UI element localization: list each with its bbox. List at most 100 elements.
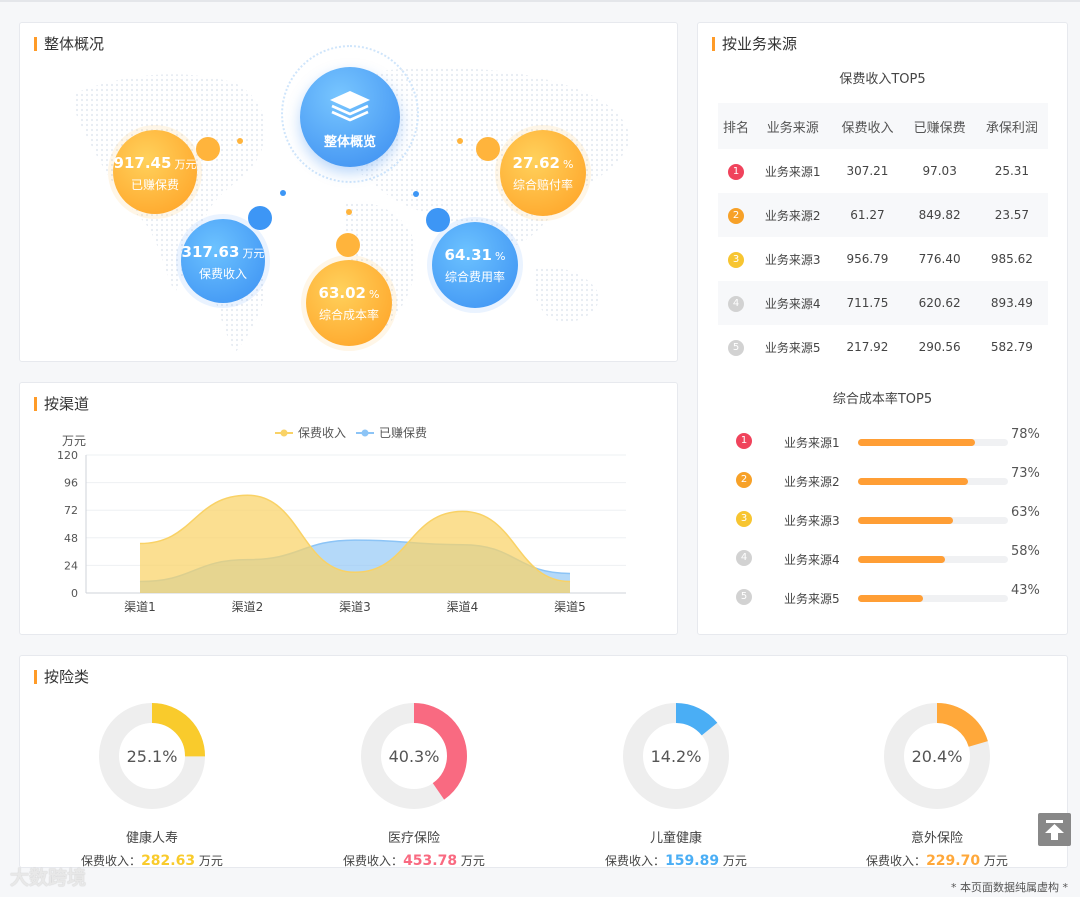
- top-divider: [0, 0, 1080, 2]
- progress-track: [858, 595, 1008, 602]
- col-earned: 已赚保费: [903, 103, 976, 149]
- profit-cell: 582.79: [990, 340, 1033, 354]
- table-row: 5 业务来源5 217.92 290.56 582.79: [718, 325, 1048, 369]
- donut-percent: 25.1%: [127, 747, 178, 766]
- metric-earned-premium: 917.45 万元 已赚保费: [113, 130, 197, 214]
- layers-icon: [330, 91, 370, 122]
- y-tick-label: 48: [64, 532, 78, 545]
- channel-area-chart: 0 24 48 72 96 120万元渠道1 渠道2 渠道3 渠道4 渠道5 保费收入 已赚保费: [57, 425, 626, 614]
- source-name: 业务来源1: [784, 436, 840, 450]
- source-name: 业务来源5: [764, 340, 821, 355]
- channel-panel: 按渠道 0 24 48 72 96 120 万元 渠道1 渠道2 渠道3 渠道4 渠道5 保费收入 已赚保…: [19, 382, 678, 635]
- rank-badge: 3: [728, 251, 745, 268]
- legend-label: 保费收入: [298, 426, 346, 440]
- income-cell: 217.92: [846, 340, 889, 354]
- earned-cell: 776.40: [918, 252, 961, 266]
- x-tick-label: 渠道4: [447, 600, 479, 614]
- percent-label: 63%: [1011, 505, 1040, 520]
- metric-value: 917.45 万元: [113, 154, 197, 172]
- donut-chart: 14.2%: [623, 703, 729, 809]
- type-name: 儿童健康: [649, 831, 702, 846]
- progress-track: [858, 517, 1008, 524]
- source-name: 业务来源3: [784, 514, 840, 528]
- metric-combined-cost-ratio: 63.02% 综合成本率: [306, 260, 392, 346]
- metric-premium-income: 317.63 万元 保费收入: [181, 219, 265, 303]
- table-row: 2 业务来源2 61.27 849.82 23.57: [718, 193, 1048, 237]
- pie-chart-icon: [476, 137, 500, 161]
- type-name: 医疗保险: [387, 831, 440, 846]
- income-value: 453.78: [403, 853, 458, 869]
- cost-bar-row: 4 业务来源4 58%: [734, 544, 1054, 568]
- source-name: 业务来源3: [764, 252, 821, 267]
- col-rank: 排名: [718, 103, 755, 149]
- y-tick-label: 24: [64, 559, 78, 572]
- income-cell: 956.79: [846, 252, 889, 266]
- profit-cell: 23.57: [975, 193, 1048, 237]
- insurance-type-card: 14.2% 儿童健康 保费收入：159.89 万元: [556, 696, 796, 869]
- table-row: 3 业务来源3 956.79 776.40 985.62: [718, 237, 1048, 281]
- cost-bar-row: 1 业务来源1 78%: [734, 427, 1054, 451]
- type-name: 健康人寿: [125, 831, 178, 846]
- rank-badge: 4: [728, 295, 745, 312]
- donut-chart: 40.3%: [361, 703, 467, 809]
- percent-label: 58%: [1011, 544, 1040, 559]
- metric-combined-loss-ratio: 27.62% 综合赔付率: [500, 130, 586, 216]
- x-tick-label: 渠道3: [339, 600, 371, 614]
- decor-dot: [237, 138, 243, 144]
- y-tick-label: 0: [71, 587, 78, 600]
- col-profit: 承保利润: [975, 103, 1048, 149]
- earned-cell: 849.82: [903, 193, 976, 237]
- decor-dot: [457, 138, 463, 144]
- money-bag-icon: [196, 137, 220, 161]
- progress-track: [858, 478, 1008, 485]
- metric-label: 已赚保费: [130, 178, 179, 192]
- profit-cell: 25.31: [994, 164, 1030, 178]
- legend-label: 已赚保费: [379, 425, 427, 440]
- percent-label: 73%: [1011, 466, 1040, 481]
- income-value: 159.89: [665, 853, 720, 869]
- rank-badge: 2: [728, 207, 745, 224]
- income-cell: 307.21: [846, 164, 889, 178]
- center-overview-button[interactable]: 整体概览: [300, 67, 400, 167]
- insurance-type-card: 25.1% 健康人寿 保费收入：282.63 万元: [32, 696, 272, 869]
- metric-label: 综合成本率: [318, 308, 379, 322]
- x-tick-label: 渠道1: [124, 600, 156, 614]
- center-label: 整体概览: [323, 135, 376, 150]
- earned-cell: 97.03: [922, 164, 957, 178]
- source-name: 业务来源1: [764, 164, 821, 179]
- pie-chart-icon: [336, 233, 360, 257]
- profit-cell: 893.49: [975, 281, 1048, 325]
- progress-fill: [858, 517, 953, 524]
- col-income: 保费收入: [831, 103, 904, 149]
- table-header-row: 排名 业务来源 保费收入 已赚保费 承保利润: [718, 103, 1048, 149]
- percent-label: 43%: [1011, 583, 1040, 598]
- rank-badge: 1: [728, 163, 745, 180]
- metric-value: 64.31%: [444, 246, 506, 264]
- legend-swatch-dot: [280, 429, 288, 437]
- rank-badge: 4: [736, 550, 752, 566]
- income-value: 282.63: [141, 853, 196, 869]
- money-bag-icon: [248, 206, 272, 230]
- earned-cell: 620.62: [903, 281, 976, 325]
- type-income: 保费收入：229.70 万元: [866, 853, 1008, 869]
- footnote: * 本页面数据纯属虚构 *: [951, 881, 1068, 894]
- y-tick-label: 120: [57, 449, 78, 462]
- x-tick-label: 渠道2: [232, 600, 264, 614]
- cost-bar-row: 2 业务来源2 73%: [734, 466, 1054, 490]
- cost-bar-row: 5 业务来源5 43%: [734, 583, 1054, 607]
- insurance-type-card: 20.4% 意外保险保费收入：229.70 万元: [817, 696, 1057, 869]
- types-title: 按险类: [34, 668, 89, 686]
- progress-fill: [858, 439, 975, 446]
- income-top5-title: 保费收入TOP5: [839, 72, 926, 87]
- source-name: 业务来源4: [784, 553, 840, 567]
- type-income: 保费收入：453.78 万元: [343, 853, 485, 869]
- back-to-top-button[interactable]: [1038, 813, 1071, 846]
- donut-chart: 20.4%: [884, 703, 990, 809]
- rank-badge: 1: [736, 433, 752, 449]
- y-tick-label: 72: [64, 504, 78, 517]
- type-name: 意外保险: [910, 831, 963, 846]
- progress-track: [858, 439, 1008, 446]
- decor-dot: [413, 191, 419, 197]
- progress-track: [858, 556, 1008, 563]
- income-cell: 711.75: [831, 281, 904, 325]
